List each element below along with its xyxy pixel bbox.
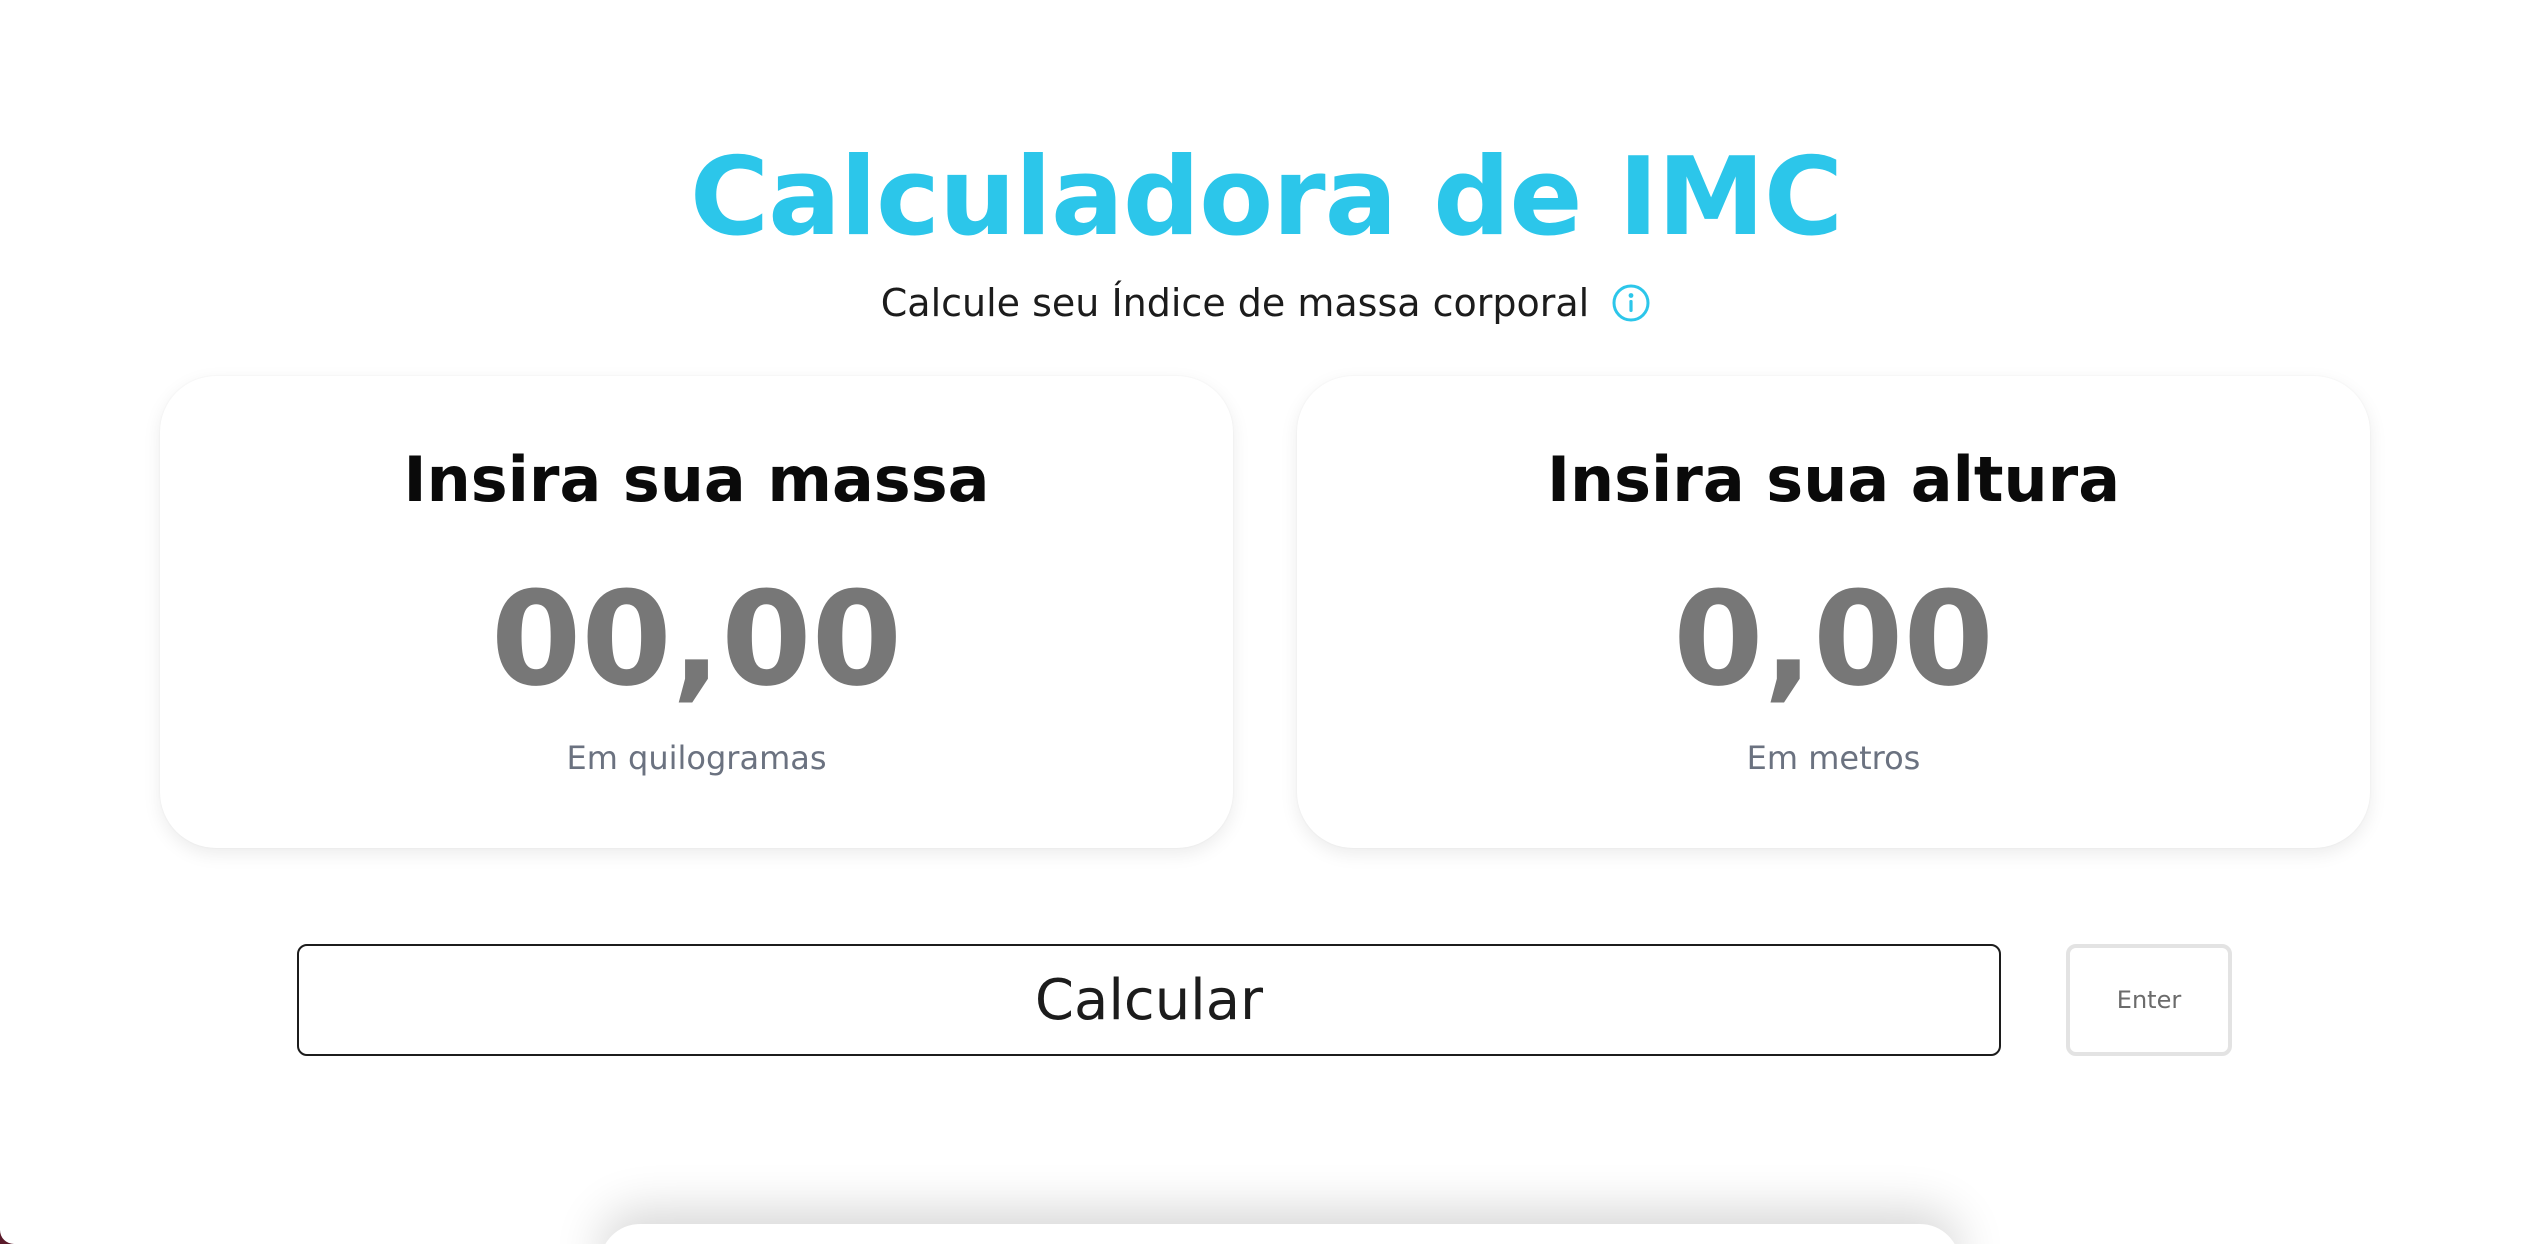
app-window: Calculadora de IMC Calcule seu Índice de…: [0, 0, 2532, 1244]
info-icon[interactable]: [1611, 283, 1651, 323]
mass-card: Insira sua massa 00,00 Em quilogramas: [160, 376, 1233, 848]
calculate-button[interactable]: Calcular: [297, 944, 2001, 1056]
result-panel-edge: [600, 1224, 1960, 1244]
mass-input[interactable]: 00,00: [160, 564, 1233, 714]
page-title: Calculadora de IMC: [689, 135, 1843, 260]
mass-unit-label: Em quilogramas: [566, 739, 827, 777]
page-subtitle: Calcule seu Índice de massa corporal: [880, 281, 1590, 325]
enter-key-hint: Enter: [2066, 944, 2232, 1056]
subtitle-row: Calcule seu Índice de massa corporal: [0, 276, 2532, 330]
height-card: Insira sua altura 0,00 Em metros: [1297, 376, 2370, 848]
mass-card-heading: Insira sua massa: [403, 443, 990, 516]
height-input[interactable]: 0,00: [1297, 564, 2370, 714]
height-card-heading: Insira sua altura: [1546, 443, 2121, 516]
height-unit-label: Em metros: [1746, 739, 1921, 777]
